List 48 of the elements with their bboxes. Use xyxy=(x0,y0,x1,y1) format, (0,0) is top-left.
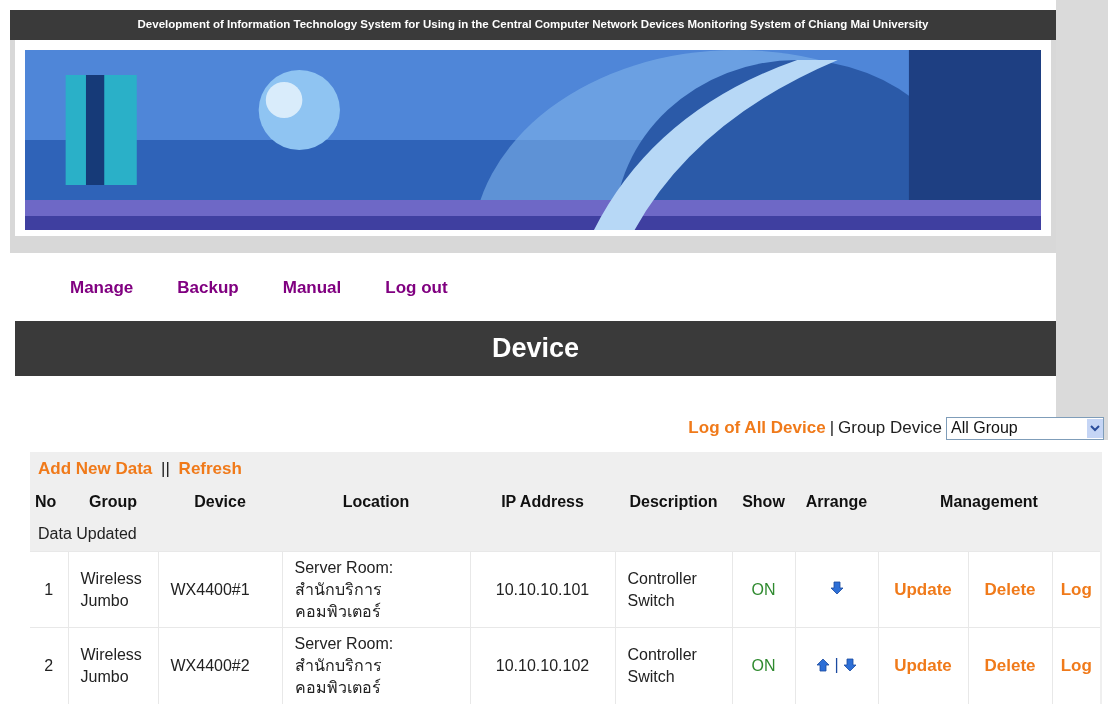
table-cell: Wireless Jumbo xyxy=(80,645,142,685)
table-cell: Wireless Jumbo xyxy=(80,569,142,609)
table-cell: 10.10.10.102 xyxy=(495,656,590,674)
column-header: Arrange xyxy=(805,492,868,510)
delete-link[interactable]: Delete xyxy=(984,579,1036,599)
table-cell: Controller Switch xyxy=(627,569,697,609)
table-cell: WX4400#1 xyxy=(170,580,250,598)
add-new-data-link[interactable]: Add New Data xyxy=(38,459,153,478)
nav-link[interactable]: Manage xyxy=(70,275,134,321)
dropdown-icon xyxy=(1087,418,1103,438)
refresh-link[interactable]: Refresh xyxy=(178,459,242,478)
column-header: Location xyxy=(342,492,410,510)
column-header: Data Updated xyxy=(38,524,137,542)
nav-link[interactable]: Backup xyxy=(177,275,239,321)
page-title-bar: Development of Information Technology System for Using in the Central Computer Network Devices Monitoring System of Chiang Mai University xyxy=(10,10,1056,40)
separator-text: || xyxy=(160,459,171,478)
table-cell: 1 xyxy=(44,580,54,598)
column-header: IP Address xyxy=(501,492,584,510)
status-text: ON xyxy=(751,580,776,598)
table-cell-text: Server Room: สำนักบริการ คอมพิวเตอร์ xyxy=(294,557,395,622)
filter-label: Group Device xyxy=(838,417,942,440)
up-arrow-icon[interactable] xyxy=(816,657,831,672)
nav-link[interactable]: Manual xyxy=(282,275,342,321)
status-text: ON xyxy=(751,656,776,674)
table-cell-text: Server Room: สำนักบริการ คอมพิวเตอร์ xyxy=(294,633,395,698)
section-title: Device xyxy=(15,321,1056,376)
down-arrow-icon[interactable] xyxy=(829,580,844,595)
column-header: Group xyxy=(89,492,137,510)
table-cell: 2 xyxy=(44,656,54,674)
separator-text: | xyxy=(834,654,839,675)
log-link[interactable]: Log of All Device xyxy=(688,415,826,441)
separator-text: | xyxy=(829,417,835,440)
column-header: Device xyxy=(194,492,246,510)
column-header: No xyxy=(35,492,57,510)
nav-link[interactable]: Log out xyxy=(385,275,448,321)
log-link[interactable]: Log xyxy=(1060,656,1092,675)
column-header: Show xyxy=(742,492,785,510)
update-link[interactable]: Update xyxy=(894,579,952,599)
column-header: Management xyxy=(940,492,1038,510)
table-cell: 10.10.10.101 xyxy=(495,580,590,598)
column-header: Description xyxy=(629,492,718,510)
table-cell: Controller Switch xyxy=(627,645,697,685)
group-select[interactable]: All Group xyxy=(946,416,1104,440)
delete-link[interactable]: Delete xyxy=(984,656,1036,675)
update-link[interactable]: Update xyxy=(894,656,952,675)
log-link[interactable]: Log xyxy=(1060,579,1092,599)
down-arrow-icon[interactable] xyxy=(842,657,857,672)
table-cell: WX4400#2 xyxy=(170,656,250,674)
